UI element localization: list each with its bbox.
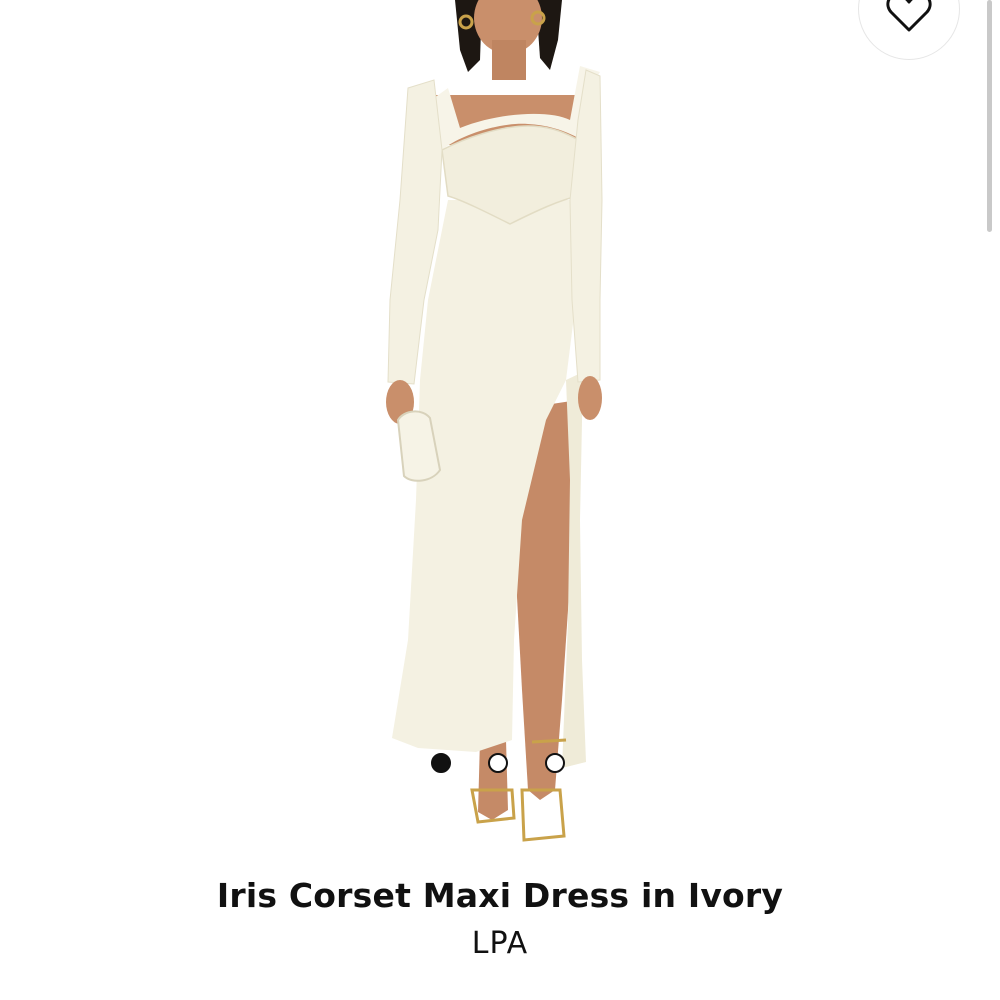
product-image[interactable] [300,0,700,860]
carousel-dot-1[interactable] [431,753,451,773]
product-brand[interactable]: LPA [0,926,1000,961]
scrollbar[interactable] [987,0,992,232]
product-screen: Iris Corset Maxi Dress in Ivory LPA [0,0,1000,1000]
heart-outline-icon [886,0,932,32]
carousel-dot-3[interactable] [545,753,565,773]
carousel-dot-2[interactable] [488,753,508,773]
carousel-dots [431,753,565,773]
wishlist-button[interactable] [858,0,960,60]
product-title: Iris Corset Maxi Dress in Ivory [216,876,784,915]
